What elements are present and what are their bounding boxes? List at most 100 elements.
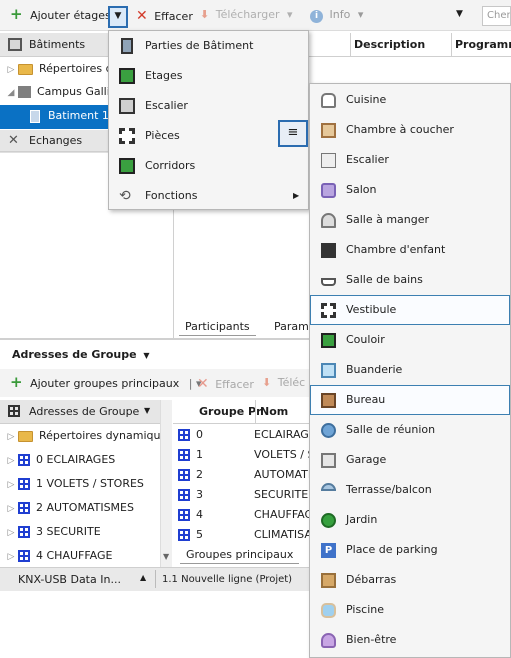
group-tree-scrollbar[interactable]: ▼ (160, 400, 172, 567)
info-button[interactable]: i Info ▾ (310, 8, 363, 23)
tree-item-campus[interactable]: ◢ Campus Galli (0, 81, 110, 104)
scroll-down-icon[interactable]: ▼ (163, 552, 169, 561)
expand-arrow-icon[interactable]: ▷ (4, 498, 18, 520)
row-number: 0 (196, 428, 203, 441)
tab-label: Groupes principaux (186, 548, 294, 561)
collapse-arrow-icon[interactable]: ◢ (4, 82, 18, 104)
group-table-row[interactable]: 3 SECURITE (178, 484, 309, 506)
row-number: 5 (196, 528, 203, 541)
group-download-button[interactable]: ⬇ Téléc (262, 376, 305, 389)
group-tree-dropdown-icon[interactable]: ▼ (144, 406, 150, 415)
menu-item-wellness[interactable]: Bien-être (310, 625, 510, 655)
menu-item-label: Escalier (145, 99, 188, 112)
status-bar: KNX-USB Data In... ▲ 1.1 Nouvelle ligne … (0, 567, 309, 591)
menu-item-parking[interactable]: P Place de parking (310, 535, 510, 565)
group-table-row[interactable]: 0 ECLAIRAG (178, 424, 309, 446)
group-tree-header[interactable]: Adresses de Groupe ▼ (0, 400, 160, 424)
menu-item-label: Bureau (346, 393, 386, 406)
menu-item-label: Couloir (346, 333, 385, 346)
tree-item-batiment1[interactable]: Batiment 1 (0, 105, 109, 129)
menu-item-living-room[interactable]: Salon (310, 175, 510, 205)
group-tree-item[interactable]: ▷ 0 ECLAIRAGES (0, 449, 160, 471)
info-icon: i (310, 10, 323, 23)
expand-arrow-icon[interactable]: ▷ (4, 59, 18, 81)
group-tree-item[interactable]: ▷ 1 VOLETS / STORES (0, 473, 160, 495)
add-main-groups-button[interactable]: + Ajouter groupes principaux | ▾ (10, 375, 201, 391)
menu-item-label: Escalier (346, 153, 389, 166)
stairs-icon (321, 153, 336, 168)
info-label: Info (329, 8, 351, 21)
expand-arrow-icon[interactable]: ▷ (4, 522, 18, 544)
menu-item-label: Salle de réunion (346, 423, 436, 436)
group-tree-item[interactable]: ▷ 3 SECURITE (0, 521, 160, 543)
buildings-panel-header[interactable]: Bâtiments (0, 33, 108, 57)
tab-participants[interactable]: Participants (179, 318, 256, 336)
tree-label: Répertoires d (39, 62, 113, 75)
group-icon (178, 429, 190, 441)
menu-item-vestibule[interactable]: Vestibule (310, 295, 510, 325)
group-icon (178, 469, 190, 481)
status-expand-icon[interactable]: ▲ (140, 573, 146, 582)
menu-item-dining-room[interactable]: Salle à manger (310, 205, 510, 235)
menu-item-floors[interactable]: Etages (109, 61, 308, 91)
col-separator (451, 33, 452, 57)
menu-item-stairs[interactable]: Escalier (310, 145, 510, 175)
group-table-row[interactable]: 1 VOLETS / S (178, 444, 314, 466)
group-table-row[interactable]: 5 CLIMATISA (178, 524, 312, 546)
menu-item-office[interactable]: Bureau (310, 385, 510, 415)
expand-arrow-icon[interactable]: ▷ (4, 474, 18, 496)
menu-item-pool[interactable]: Piscine (310, 595, 510, 625)
menu-item-meeting-room[interactable]: Salle de réunion (310, 415, 510, 445)
menu-item-building-parts[interactable]: Parties de Bâtiment (109, 31, 308, 61)
col-programming[interactable]: Programm (455, 38, 511, 51)
menu-item-terrace[interactable]: Terrasse/balcon (310, 475, 510, 505)
group-delete-button[interactable]: ✕ Effacer (197, 376, 254, 392)
download-label: Téléc (277, 376, 306, 389)
expand-arrow-icon[interactable]: ▷ (4, 546, 18, 568)
building-icon (30, 109, 40, 123)
menu-item-laundry[interactable]: Buanderie (310, 355, 510, 385)
menu-item-label: Pièces (145, 129, 180, 142)
menu-item-stairs[interactable]: Escalier (109, 91, 308, 121)
delete-button[interactable]: ✕ Effacer (136, 8, 193, 24)
search-input[interactable]: Cherc (482, 6, 511, 26)
menu-item-label: Chambre d'enfant (346, 243, 446, 256)
group-addresses-title[interactable]: Adresses de Groupe ▼ (12, 348, 150, 361)
row-name: CLIMATISA (254, 528, 312, 541)
tab-main-groups[interactable]: Groupes principaux (180, 546, 300, 564)
menu-item-corridor[interactable]: Couloir (310, 325, 510, 355)
col-name[interactable]: Nom (260, 405, 288, 418)
menu-item-garden[interactable]: Jardin (310, 505, 510, 535)
col-description[interactable]: Description (354, 38, 425, 51)
menu-item-garage[interactable]: Garage (310, 445, 510, 475)
group-tree-item[interactable]: ▷ 4 CHAUFFAGE (0, 545, 160, 567)
menu-item-storage[interactable]: Débarras (310, 565, 510, 595)
menu-item-corridors[interactable]: Corridors (109, 151, 308, 181)
group-table-row[interactable]: 4 CHAUFFAG (178, 504, 313, 526)
add-floors-button[interactable]: + Ajouter étages (10, 7, 111, 23)
exchanges-panel-header[interactable]: ✕ Echanges (0, 130, 108, 152)
group-tree-item[interactable]: ▷ 2 AUTOMATISMES (0, 497, 160, 519)
expand-arrow-icon[interactable]: ▷ (4, 450, 18, 472)
puzzle-icon (321, 243, 336, 258)
rooms-submenu-button[interactable]: ≡ (278, 120, 308, 147)
add-floors-dropdown-button[interactable]: ▼ (108, 6, 128, 28)
menu-item-childs-room[interactable]: Chambre d'enfant (310, 235, 510, 265)
col-separator (350, 33, 351, 57)
group-tree-item[interactable]: ▷ Répertoires dynamiqu (0, 425, 161, 448)
menu-item-kitchen[interactable]: Cuisine (310, 85, 510, 115)
overflow-dropdown-icon[interactable]: ▼ (456, 9, 463, 19)
tree-label: 3 SECURITE (36, 525, 101, 538)
group-icon (18, 454, 30, 466)
status-interface[interactable]: KNX-USB Data In... (18, 573, 121, 586)
tree-item-repertoires[interactable]: ▷ Répertoires d (0, 58, 113, 81)
menu-item-bedroom[interactable]: Chambre à coucher (310, 115, 510, 145)
download-button[interactable]: ⬇ Télécharger ▾ (200, 8, 293, 21)
menu-item-bathroom[interactable]: Salle de bains (310, 265, 510, 295)
tree-label: 4 CHAUFFAGE (36, 549, 113, 562)
menu-item-functions[interactable]: ⟲ Fonctions ▶ (109, 181, 308, 211)
group-table-row[interactable]: 2 AUTOMATI (178, 464, 311, 486)
expand-arrow-icon[interactable]: ▷ (4, 426, 18, 448)
col-main-group[interactable]: Groupe Pr (199, 405, 262, 418)
bath-icon (321, 278, 336, 286)
